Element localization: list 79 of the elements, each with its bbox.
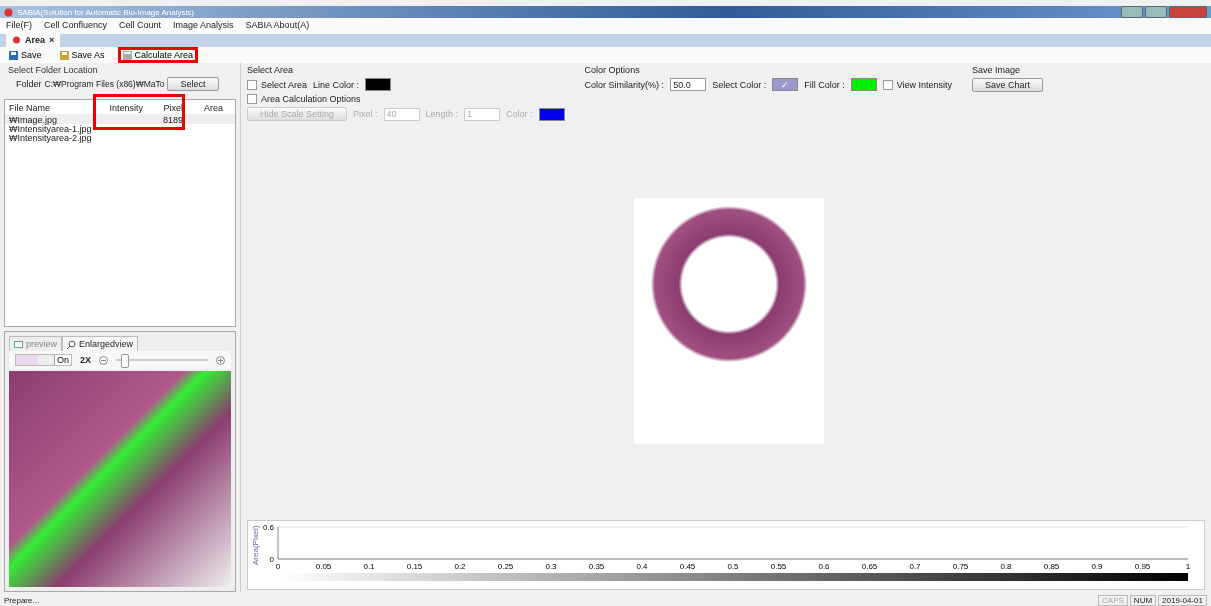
toolbar-button[interactable]: Save [4, 47, 47, 63]
x-tick-label: 0.35 [588, 562, 605, 571]
app-logo-icon [12, 35, 21, 44]
field-label: Length : [425, 109, 459, 119]
x-tick-label: 0.7 [909, 562, 921, 571]
field-label: Select Color : [712, 79, 767, 90]
x-tick-label: 0.6 [818, 562, 830, 571]
x-tick-label: 0.25 [497, 562, 514, 571]
picture-icon [14, 339, 23, 349]
on-toggle[interactable]: On [15, 354, 72, 366]
menu-item[interactable]: Cell Confluency [44, 20, 108, 32]
zoom-slider-thumb[interactable] [120, 354, 129, 368]
field-label: Color : [506, 109, 533, 119]
zoom-in-icon[interactable] [216, 355, 225, 365]
x-tick-label: 0.05 [315, 562, 332, 571]
folder-path-field[interactable]: C:₩Program Files (x86)₩MaTo [44, 79, 165, 89]
y-tick-label: 0 [269, 555, 274, 564]
document-tab[interactable]: Area × [6, 34, 61, 47]
maximize-button[interactable] [1145, 6, 1167, 18]
x-tick-label: 0.85 [1043, 562, 1060, 571]
key-indicator: NUM [1129, 594, 1157, 606]
x-tick-label: 0.95 [1134, 562, 1151, 571]
field-label: Line Color : [313, 79, 360, 90]
x-tick-label: 0.55 [770, 562, 787, 571]
x-tick-label: 0.1 [363, 562, 375, 571]
y-tick-label: 0.6 [262, 523, 274, 532]
x-tick-label: 0.5 [727, 562, 739, 571]
column-header[interactable]: Intensity [101, 103, 151, 113]
preview-tab[interactable]: Enlargedview [62, 336, 139, 351]
checkbox[interactable]: Select Area [247, 79, 308, 90]
menu-item[interactable]: Cell Count [119, 20, 162, 32]
status-text: Prepare... [4, 595, 40, 605]
checkbox[interactable]: View Intensity [882, 79, 953, 90]
column-header[interactable]: File Name [9, 103, 101, 113]
x-tick-label: 1 [1185, 562, 1191, 571]
column-header[interactable]: Area [191, 103, 231, 113]
section-title: Select Area [247, 65, 295, 75]
x-tick-label: 0.2 [454, 562, 466, 571]
calculator-icon [122, 50, 132, 60]
zoom-out-icon[interactable] [99, 355, 109, 365]
toolbar-button[interactable]: Save As [54, 47, 110, 63]
section-title: Color Options [584, 65, 641, 75]
similarity-spinner[interactable]: 50.0 [670, 78, 707, 91]
key-indicator: CAPS [1098, 594, 1128, 606]
menu-item[interactable]: File(F) [6, 20, 32, 32]
x-tick-label: 0.15 [406, 562, 423, 571]
field-label: Fill Color : [804, 79, 845, 90]
section-title: Select Folder Location [7, 64, 99, 77]
line-color-swatch[interactable] [365, 78, 392, 91]
y-axis [277, 526, 279, 560]
x-tick-label: 0.3 [545, 562, 557, 571]
app-logo-icon [4, 7, 13, 17]
zoom-label: 2X [80, 355, 92, 365]
toolbar-button[interactable]: Calculate Area [117, 47, 199, 63]
search-icon [67, 339, 76, 349]
x-tick-label: 0.9 [1091, 562, 1103, 571]
field-label: Folder [16, 79, 42, 89]
minimize-button[interactable] [1121, 6, 1143, 18]
x-tick-label: 0.8 [1000, 562, 1012, 571]
file-row[interactable]: ₩Intensityarea-2.jpg [5, 133, 235, 142]
x-tick-label: 0 [275, 562, 281, 571]
section-title: Save Image [972, 65, 1022, 75]
field-label: Pixel : [353, 109, 378, 119]
select-button[interactable]: Select [167, 77, 219, 91]
status-date: 2019-04-01 [1158, 594, 1207, 606]
x-tick-label: 0.65 [861, 562, 878, 571]
fill-color-swatch[interactable] [850, 78, 877, 91]
x-tick-label: 0.45 [679, 562, 696, 571]
menu-item[interactable]: SABIA About(A) [245, 20, 310, 32]
x-tick-label: 0.4 [636, 562, 648, 571]
scale-color-swatch[interactable] [538, 107, 565, 121]
save-chart-button[interactable]: Save Chart [972, 78, 1044, 92]
window-title: SABIA(Solution for Automatic Bio-Image Analysis) [17, 7, 194, 17]
file-row[interactable]: ₩Intensityarea-1.jpg [5, 124, 235, 133]
field-label: Color Similarity(%) : [584, 79, 665, 90]
menu-item[interactable]: Image Analysis [173, 20, 234, 32]
y-axis-title: Area(Pixel) [251, 525, 260, 565]
x-tick-label: 0.75 [952, 562, 969, 571]
column-header[interactable]: Pixel [151, 103, 191, 113]
